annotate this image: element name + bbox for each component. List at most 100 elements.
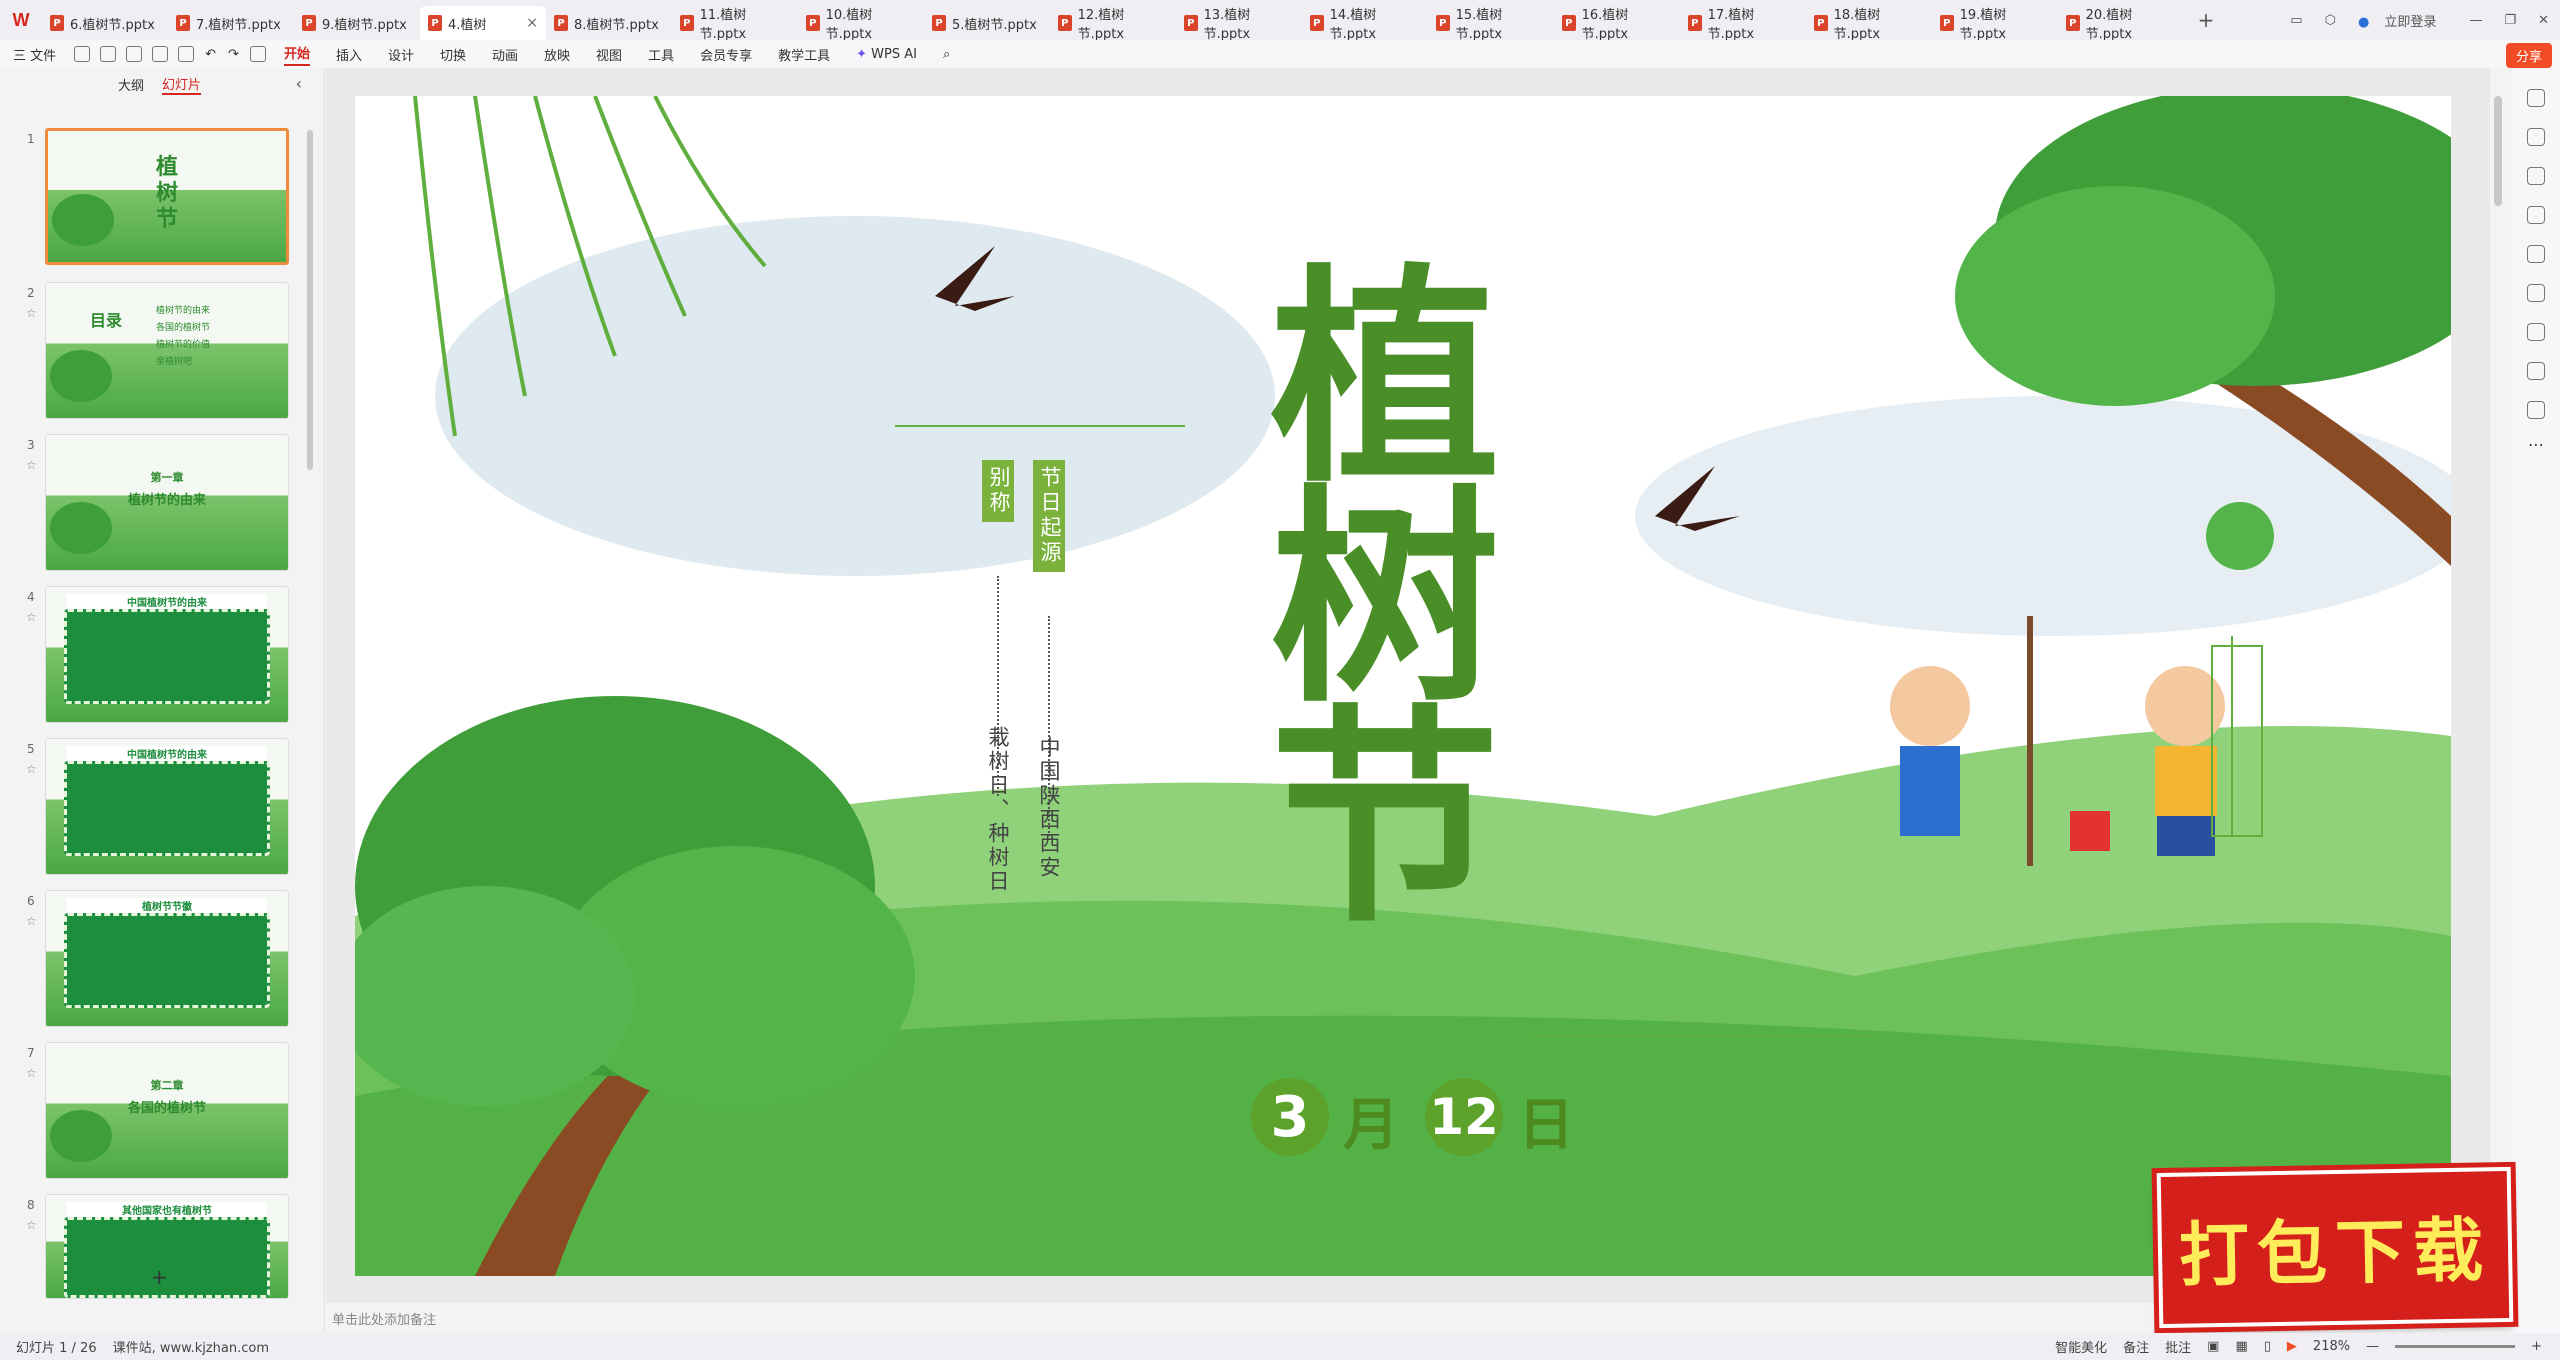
doc-tab[interactable]: P 17.植树节.pptx xyxy=(1680,6,1806,42)
close-tab-icon[interactable]: × xyxy=(526,15,538,31)
slide-thumbnail[interactable]: 中国植树节的由来 xyxy=(45,586,289,723)
share-button[interactable]: 分享 xyxy=(2505,43,2552,68)
thumbnail-scrollbar[interactable] xyxy=(307,130,313,470)
reading-view-icon[interactable]: ▯ xyxy=(2264,1339,2271,1354)
add-slide-button[interactable]: + xyxy=(151,1265,168,1289)
right-sidebar: ⋯ xyxy=(2512,68,2560,1333)
menu-transition[interactable]: 切换 xyxy=(440,45,466,64)
slide-thumbnail[interactable]: 第二章 各国的植树节 xyxy=(45,1042,289,1179)
star-icon[interactable] xyxy=(2527,167,2545,185)
doc-tab[interactable]: P 8.植树节.pptx xyxy=(546,6,672,40)
normal-view-icon[interactable]: ▣ xyxy=(2207,1339,2219,1354)
print-icon[interactable] xyxy=(152,46,169,62)
slide-thumbnail[interactable]: 中国植树节的由来 xyxy=(45,738,289,875)
content-board: 中国植树节的由来 xyxy=(64,746,270,856)
slide-number: 7 xyxy=(27,1046,35,1060)
wps-ai-button[interactable]: ✦ WPS AI xyxy=(856,47,917,62)
settings-icon[interactable] xyxy=(2527,128,2545,146)
doc-tab[interactable]: P 20.植树节.pptx xyxy=(2058,6,2184,42)
doc-tab[interactable]: P 19.植树节.pptx xyxy=(1932,6,2058,42)
slide-main[interactable]: 植 树 节 别称 节日起源 栽树日、种树日 中国陕西西安 3 月 12 日 xyxy=(355,96,2451,1276)
menu-animation[interactable]: 动画 xyxy=(492,45,518,64)
star-icon[interactable]: ☆ xyxy=(26,1066,37,1080)
star-icon[interactable]: ☆ xyxy=(26,1218,37,1232)
tab-slides[interactable]: 幻灯片 xyxy=(162,74,202,95)
image-icon[interactable] xyxy=(2527,245,2545,263)
zoom-level[interactable]: 218% xyxy=(2313,1339,2350,1354)
doc-tab[interactable]: P 6.植树节.pptx xyxy=(42,6,168,40)
search-icon[interactable]: ⌕ xyxy=(943,47,950,62)
small-tree-canopy xyxy=(2206,502,2274,570)
doc-tab[interactable]: P 7.植树节.pptx xyxy=(168,6,294,40)
slide-thumbnail[interactable]: 目录 植树节的由来 各国的植树节 植树节的价值 亲植树吧 xyxy=(45,282,289,419)
collapse-panel-icon[interactable]: ‹ xyxy=(296,74,302,93)
star-icon[interactable]: ☆ xyxy=(26,458,37,472)
menu-insert[interactable]: 插入 xyxy=(336,45,362,64)
copy-icon[interactable] xyxy=(2527,206,2545,224)
slide-thumbnail[interactable]: 植树节 xyxy=(45,128,289,265)
zoom-in-icon[interactable]: + xyxy=(2531,1339,2542,1354)
doc-tab[interactable]: P 5.植树节.pptx xyxy=(924,6,1050,40)
menu-teaching-tools[interactable]: 教学工具 xyxy=(778,45,830,64)
tab-outline[interactable]: 大纲 xyxy=(118,75,144,94)
star-icon[interactable]: ☆ xyxy=(26,306,37,320)
doc-tab[interactable]: P 15.植树节.pptx xyxy=(1428,6,1554,42)
slide-thumbnail[interactable]: 第一章 植树节的由来 xyxy=(45,434,289,571)
play-icon[interactable]: ▶ xyxy=(2287,1339,2297,1354)
wps-logo[interactable]: W xyxy=(0,0,42,40)
tools-icon[interactable] xyxy=(2527,284,2545,302)
ppt-file-icon: P xyxy=(1562,15,1576,31)
menu-tools[interactable]: 工具 xyxy=(648,45,674,64)
book-icon[interactable] xyxy=(2527,323,2545,341)
more-icon[interactable]: ⋯ xyxy=(2527,437,2545,458)
export-pdf-icon[interactable] xyxy=(126,46,143,62)
toc-item: 植树节的价值 xyxy=(156,340,211,350)
menu-view[interactable]: 视图 xyxy=(596,45,622,64)
cloud-shape xyxy=(435,216,1275,576)
cube-icon[interactable]: ⬡ xyxy=(2325,13,2336,28)
star-icon[interactable]: ☆ xyxy=(26,610,37,624)
collapse-icon[interactable] xyxy=(2527,89,2545,107)
grid-view-icon[interactable]: ▦ xyxy=(2235,1339,2247,1354)
star-icon[interactable]: ☆ xyxy=(26,762,37,776)
download-badge[interactable]: 打包下载 xyxy=(2156,1166,2514,1329)
close-window-icon[interactable]: ✕ xyxy=(2538,13,2549,28)
preview-icon[interactable] xyxy=(178,46,195,62)
slide-number: 8 xyxy=(27,1198,35,1212)
doc-tab[interactable]: P 14.植树节.pptx xyxy=(1302,6,1428,42)
zoom-out-icon[interactable]: — xyxy=(2366,1339,2379,1354)
comment-toggle[interactable]: 批注 xyxy=(2165,1337,2191,1356)
login-button[interactable]: ● 立即登录 xyxy=(2358,11,2448,30)
menu-slideshow[interactable]: 放映 xyxy=(544,45,570,64)
help-icon[interactable] xyxy=(2527,401,2545,419)
zoom-slider[interactable] xyxy=(2395,1345,2516,1348)
save-icon[interactable] xyxy=(74,46,91,62)
doc-tab[interactable]: P 10.植树节.pptx xyxy=(798,6,924,42)
open-icon[interactable] xyxy=(100,46,117,62)
doc-tab[interactable]: P 18.植树节.pptx xyxy=(1806,6,1932,42)
slide-thumbnail[interactable]: 植树节节徽 xyxy=(45,890,289,1027)
layout-icon[interactable]: ▭ xyxy=(2290,13,2302,28)
doc-tab[interactable]: P 16.植树节.pptx xyxy=(1554,6,1680,42)
ppt-file-icon: P xyxy=(50,15,64,31)
undo-icon[interactable]: ↶ xyxy=(205,47,216,62)
restore-icon[interactable]: ❐ xyxy=(2504,13,2516,28)
doc-tab[interactable]: P 11.植树节.pptx xyxy=(672,6,798,42)
notes-toggle[interactable]: 备注 xyxy=(2123,1337,2149,1356)
doc-tab-active[interactable]: P 4.植树 × xyxy=(420,6,546,40)
new-tab-button[interactable]: + xyxy=(2184,8,2228,32)
menu-member[interactable]: 会员专享 xyxy=(700,45,752,64)
canvas-scrollbar[interactable] xyxy=(2494,96,2502,206)
minimize-icon[interactable]: — xyxy=(2469,13,2482,28)
menu-home[interactable]: 开始 xyxy=(283,43,310,66)
smart-beautify-button[interactable]: 智能美化 xyxy=(2055,1337,2107,1356)
doc-tab[interactable]: P 12.植树节.pptx xyxy=(1050,6,1176,42)
menu-design[interactable]: 设计 xyxy=(388,45,414,64)
star-icon[interactable]: ☆ xyxy=(26,914,37,928)
file-menu[interactable]: 三 文件 xyxy=(13,45,56,64)
doc-tab[interactable]: P 9.植树节.pptx xyxy=(294,6,420,40)
shirt-icon[interactable] xyxy=(2527,362,2545,380)
format-icon[interactable] xyxy=(249,46,266,62)
redo-icon[interactable]: ↷ xyxy=(228,47,239,62)
doc-tab[interactable]: P 13.植树节.pptx xyxy=(1176,6,1302,42)
